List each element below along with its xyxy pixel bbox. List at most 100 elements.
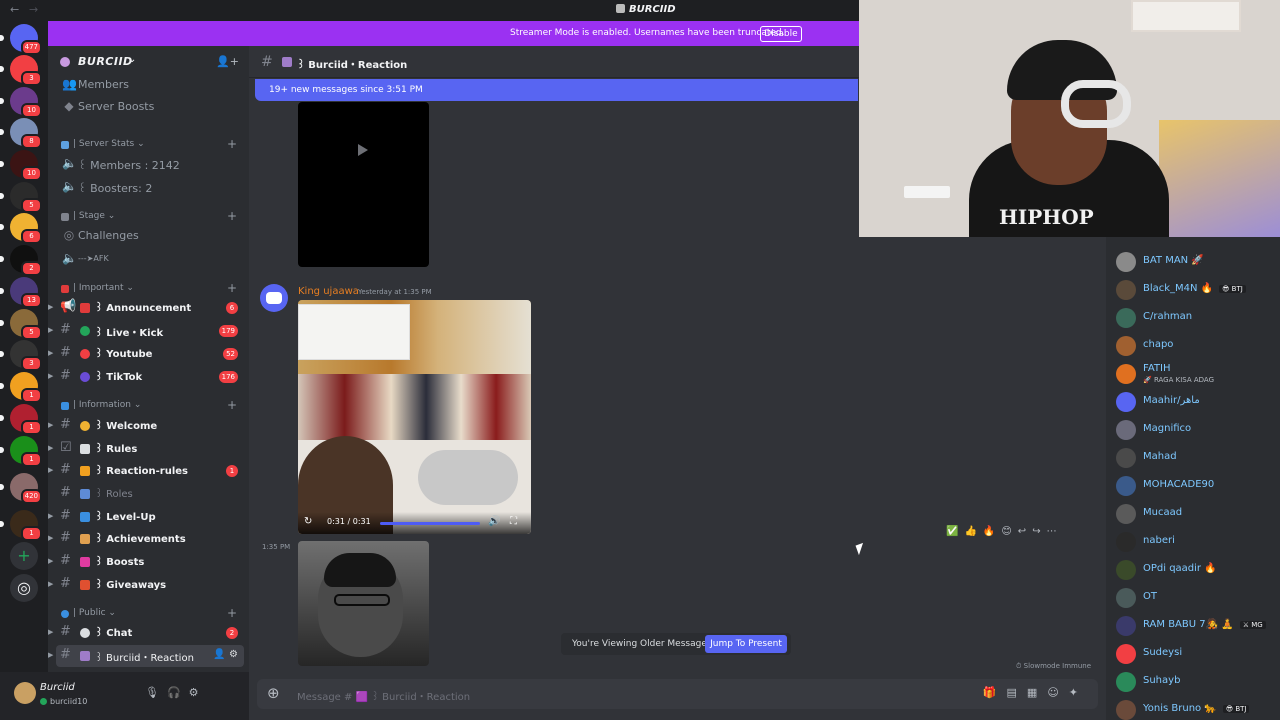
server-icon-guild-15[interactable]: 1	[0, 510, 42, 541]
add-channel-icon[interactable]: +	[227, 209, 237, 223]
video-attachment[interactable]	[298, 102, 429, 267]
member-item[interactable]: Sudeysi	[1114, 641, 1278, 667]
sticker-icon[interactable]: ▦	[1027, 686, 1047, 699]
member-item[interactable]: FATIH 🚀 RAGA KISA ADAG	[1114, 361, 1278, 387]
disable-streamer-mode-button[interactable]: Disable	[760, 26, 802, 42]
server-icon-guild-14[interactable]: 420	[0, 473, 42, 504]
voice-channel-afk[interactable]: 🔈 ---➤AFK	[56, 248, 244, 270]
member-item[interactable]: BAT MAN 🚀	[1114, 249, 1278, 275]
category-information[interactable]: | Information ⌄ +	[48, 398, 249, 414]
gift-icon[interactable]: 🎁	[983, 686, 1007, 699]
gif-icon[interactable]: ▤	[1007, 686, 1027, 699]
server-icon-guild-2[interactable]: 10	[0, 87, 42, 118]
new-messages-bar[interactable]: 19+ new messages since 3:51 PM	[255, 79, 858, 101]
emoji-icon[interactable]: ☺	[1047, 686, 1068, 699]
channel-chat[interactable]: ▶ # ꒱ Chat 2	[48, 622, 244, 644]
reaction-action-0-icon[interactable]: ✅	[946, 526, 964, 537]
channel-settings-icon[interactable]: 👤 ⚙	[213, 649, 238, 660]
server-icon-guild-9[interactable]: 5	[0, 309, 42, 340]
member-item[interactable]: Maahir/ماهر	[1114, 389, 1278, 415]
channel-rules[interactable]: ▶ ☑ ꒱ Rules	[48, 438, 244, 460]
reaction-action-4-icon[interactable]: ↩	[1018, 526, 1032, 537]
discover-icon[interactable]: ◎	[10, 574, 38, 602]
channel-reaction-rules[interactable]: ▶ # ꒱ Reaction-rules 1	[48, 460, 244, 482]
member-item[interactable]: Mucaad	[1114, 501, 1278, 527]
gear-icon[interactable]: ⚙	[189, 686, 207, 699]
reaction-action-3-icon[interactable]: 😊	[1001, 526, 1017, 537]
add-channel-icon[interactable]: +	[227, 137, 237, 151]
avatar[interactable]	[14, 682, 36, 704]
video-player[interactable]: ↻ 0:31 / 0:31 🔊 ⛶	[298, 300, 531, 534]
channel-tiktok[interactable]: ▶ # ꒱ TikTok 176	[48, 366, 244, 388]
reaction-action-5-icon[interactable]: ↪	[1032, 526, 1046, 537]
add-server-button[interactable]: +	[10, 542, 38, 570]
member-item[interactable]: Magnifico	[1114, 417, 1278, 443]
back-arrow-icon[interactable]: ←	[10, 3, 19, 16]
add-channel-icon[interactable]: +	[227, 281, 237, 295]
add-channel-icon[interactable]: +	[227, 398, 237, 412]
channel-live-kick[interactable]: ▶ # ꒱ Live・Kick 179	[48, 320, 244, 342]
member-item[interactable]: chapo	[1114, 333, 1278, 359]
member-item[interactable]: OT	[1114, 585, 1278, 611]
play-icon[interactable]	[358, 144, 368, 156]
server-icon-guild-7[interactable]: 2	[0, 245, 42, 276]
server-icon-guild-11[interactable]: 1	[0, 372, 42, 403]
channel-giveaways[interactable]: ▶ # ꒱ Giveaways	[48, 574, 244, 596]
sidebar-item-members[interactable]: 👥 Members	[56, 74, 244, 96]
replay-icon[interactable]: ↻	[304, 516, 312, 527]
member-item[interactable]: Black_M4N 🔥 😎 BTJ	[1114, 277, 1278, 303]
server-icon-guild-3[interactable]: 8	[0, 118, 42, 149]
voice-channel-members[interactable]: 🔈 ꒰ Members : 2142	[56, 153, 244, 175]
microphone-icon[interactable]: 🎙	[145, 686, 167, 699]
reaction-action-6-icon[interactable]: ⋯	[1047, 526, 1063, 537]
category-server-stats[interactable]: | Server Stats ⌄ +	[48, 137, 249, 153]
server-icon-guild-5[interactable]: 5	[0, 182, 42, 213]
fullscreen-icon[interactable]: ⛶	[510, 516, 517, 527]
member-item[interactable]: Mahad	[1114, 445, 1278, 471]
stage-channel-challenges[interactable]: ◎ Challenges	[56, 225, 244, 247]
server-icon-discord-home[interactable]: 477	[0, 24, 42, 55]
server-icon-guild-4[interactable]: 10	[0, 150, 42, 181]
jump-to-present-button[interactable]: Jump To Present	[705, 635, 787, 653]
add-channel-icon[interactable]: +	[227, 606, 237, 620]
channel-level-up[interactable]: ▶ # ꒱ Level-Up	[48, 506, 244, 528]
server-icon-guild-1[interactable]: 3	[0, 55, 42, 86]
forward-arrow-icon[interactable]: →	[29, 3, 38, 16]
avatar[interactable]	[260, 284, 288, 312]
reaction-action-1-icon[interactable]: 👍	[964, 526, 982, 537]
category-important[interactable]: | Important ⌄ +	[48, 281, 249, 297]
channel-youtube[interactable]: ▶ # ꒱ Youtube 52	[48, 343, 244, 365]
voice-channel-boosters[interactable]: 🔈 ꒰ Boosters: 2	[56, 176, 244, 198]
channel-achievements[interactable]: ▶ # ꒱ Achievements	[48, 528, 244, 550]
member-item[interactable]: naberi	[1114, 529, 1278, 555]
message-author[interactable]: King ujaawa	[298, 286, 359, 297]
server-icon-guild-13[interactable]: 1	[0, 436, 42, 467]
reaction-action-2-icon[interactable]: 🔥	[983, 526, 1001, 537]
server-icon-guild-10[interactable]: 3	[0, 340, 42, 371]
server-icon-guild-12[interactable]: 1	[0, 404, 42, 435]
channel-roles[interactable]: # ꒱ Roles	[56, 483, 244, 505]
server-icon-guild-8[interactable]: 13	[0, 277, 42, 308]
category-public[interactable]: | Public ⌄ +	[48, 606, 249, 622]
add-attachment-icon[interactable]: ⊕	[267, 684, 280, 702]
member-item[interactable]: C/rahman	[1114, 305, 1278, 331]
apps-icon[interactable]: ✦	[1069, 686, 1088, 699]
member-item[interactable]: MOHACADE90	[1114, 473, 1278, 499]
member-item[interactable]: OPdi qaadir 🔥	[1114, 557, 1278, 583]
category-stage[interactable]: | Stage ⌄ +	[48, 209, 249, 225]
message-composer[interactable]: ⊕ Message # 🟪 ꒱ Burciid・Reaction 🎁▤▦☺✦	[257, 679, 1098, 709]
member-item[interactable]: Suhayb	[1114, 669, 1278, 695]
member-item[interactable]: RAM BABU 7🧑‍🎤 🧘 ⚔ MG	[1114, 613, 1278, 639]
server-icon-guild-6[interactable]: 6	[0, 213, 42, 244]
channel-welcome[interactable]: ▶ # ꒱ Welcome	[48, 415, 244, 437]
channel-announcement[interactable]: ▶ 📢 ꒱ Announcement 6	[48, 297, 244, 319]
image-attachment[interactable]	[298, 541, 429, 666]
member-item[interactable]: Yonis Bruno 🐆 😎 BTJ	[1114, 697, 1278, 720]
volume-icon[interactable]: 🔊	[488, 516, 500, 527]
message-input[interactable]: Message # 🟪 ꒱ Burciid・Reaction	[297, 688, 470, 703]
sidebar-item-server-boosts[interactable]: ◆ Server Boosts	[56, 96, 244, 118]
headphones-icon[interactable]: 🎧	[167, 686, 189, 699]
channel-burciid-reaction[interactable]: ▶ # ꒱ Burciid・Reaction 👤 ⚙	[48, 645, 244, 667]
video-progress-bar[interactable]	[380, 522, 480, 525]
invite-icon[interactable]: 👤+	[216, 55, 239, 68]
